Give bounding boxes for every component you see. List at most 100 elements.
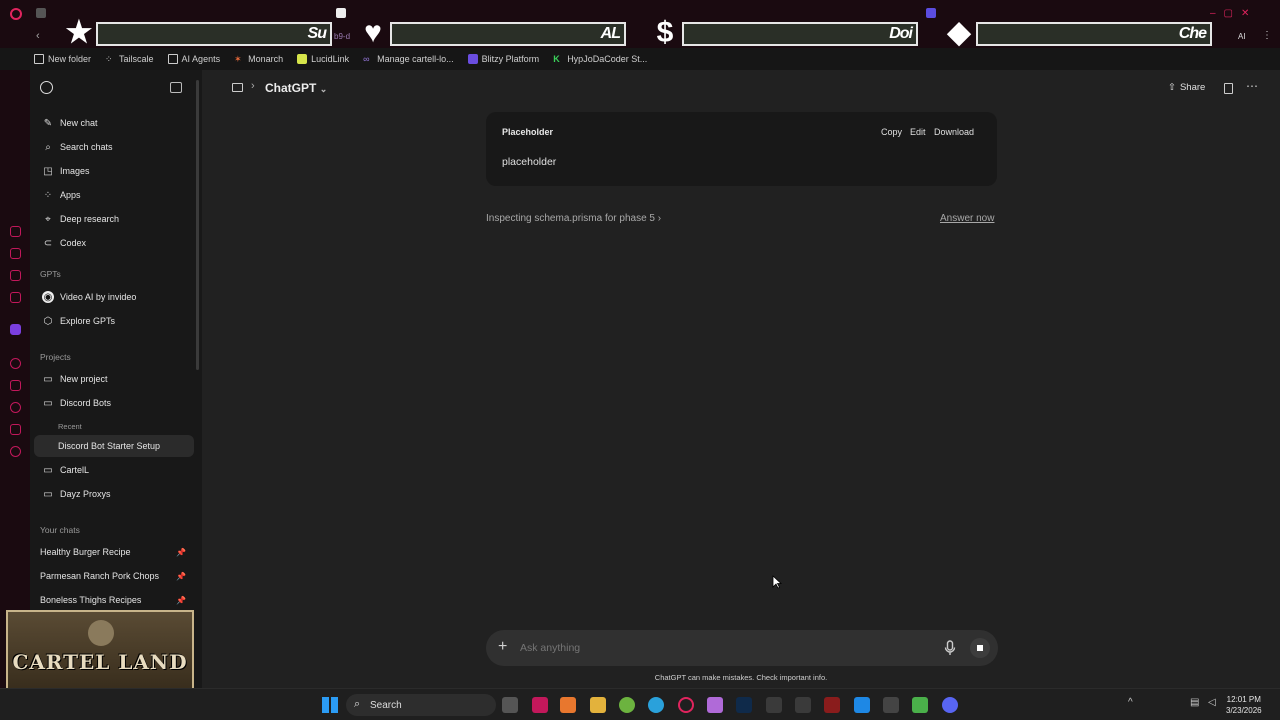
sidebar-explore-gpts[interactable]: ⬡ Explore GPTs — [34, 310, 194, 332]
folder-icon: ▭ — [43, 464, 53, 476]
bookmark-lucidlink[interactable]: LucidLink — [297, 54, 349, 64]
messenger-icon[interactable] — [10, 270, 21, 281]
taskbar-search[interactable]: ⌕ Search — [346, 694, 496, 716]
vscode-icon[interactable] — [854, 697, 870, 713]
edit-icon: ✎ — [43, 117, 53, 129]
app-icon[interactable] — [619, 697, 635, 713]
sidebar-new-project[interactable]: ▭ New project — [34, 368, 194, 390]
sidebar-project-dayz-proxys[interactable]: ▭ Dayz Proxys — [34, 483, 194, 505]
banner-bar: Che — [976, 22, 1212, 46]
mic-icon[interactable] — [944, 640, 956, 656]
windows-start-icon[interactable] — [322, 697, 338, 713]
telescope-icon: ⌖ — [45, 213, 51, 225]
dollar-icon: $ — [656, 16, 674, 49]
tab-favicon[interactable] — [926, 8, 936, 18]
plus-icon[interactable]: + — [498, 638, 507, 656]
bookmark-monarch[interactable]: ✶ Monarch — [234, 54, 283, 64]
bookmark-new-folder[interactable]: New folder — [34, 54, 91, 64]
app-icon[interactable] — [795, 697, 811, 713]
sidebar-scrollbar[interactable] — [196, 80, 199, 370]
disclaimer-text: ChatGPT can make mistakes. Check importa… — [654, 673, 828, 682]
sidebar-images[interactable]: ◳ Images — [34, 160, 194, 182]
menu-icon[interactable]: ⋮ — [1262, 30, 1272, 41]
download-button[interactable]: Download — [934, 127, 974, 137]
sidebar-toggle-icon[interactable] — [170, 82, 182, 93]
extension-icon[interactable] — [10, 248, 21, 259]
chat-item[interactable]: Boneless Thighs Recipes 📌 — [34, 589, 194, 611]
heart-icon[interactable] — [10, 424, 21, 435]
k-icon: K — [553, 54, 560, 64]
stream-banner-diamond: ◆ Che — [942, 14, 1216, 52]
bookmark-manage-cartell[interactable]: ∞ Manage cartell-lo... — [363, 54, 454, 64]
share-button[interactable]: ⇧ Share — [1168, 82, 1205, 93]
tab-favicon[interactable] — [336, 8, 346, 18]
stream-banner-star: ★ Su — [62, 14, 334, 52]
more-icon[interactable]: ⋯ — [1246, 79, 1258, 93]
sidebar-project-discord-bots[interactable]: ▭ Discord Bots — [34, 392, 194, 414]
bookmark-blitzy[interactable]: Blitzy Platform — [467, 54, 539, 64]
file-explorer-icon[interactable] — [590, 697, 606, 713]
chevron-right-icon: › — [657, 213, 662, 224]
folder-icon[interactable] — [232, 83, 243, 92]
sidebar-deep-research[interactable]: ⌖ Deep research — [34, 208, 194, 230]
sidebar-new-chat[interactable]: ✎ New chat — [34, 112, 194, 134]
volume-icon[interactable]: ◁ — [1208, 697, 1216, 708]
app-icon[interactable] — [766, 697, 782, 713]
network-icon[interactable]: ▤ — [1190, 697, 1199, 708]
bookmark-ai-agents[interactable]: AI Agents — [167, 54, 220, 64]
stop-button[interactable] — [970, 638, 990, 658]
tray-chevron-icon[interactable]: ^ — [1128, 697, 1133, 708]
twitch-icon[interactable] — [10, 324, 21, 335]
recent-label: Recent — [58, 422, 82, 431]
mail-icon[interactable] — [10, 292, 21, 303]
back-icon[interactable]: ‹ — [36, 30, 40, 42]
history-icon[interactable] — [10, 226, 21, 237]
app-icon[interactable] — [912, 697, 928, 713]
prompt-input[interactable] — [520, 642, 900, 654]
task-view-icon[interactable] — [502, 697, 518, 713]
telegram-icon[interactable] — [648, 697, 664, 713]
pin-icon[interactable]: 📌 — [176, 548, 186, 557]
app-icon[interactable] — [883, 697, 899, 713]
edit-button[interactable]: Edit — [910, 127, 926, 137]
canvas-icon[interactable] — [1224, 83, 1233, 94]
sidebar-gpt-invideo[interactable]: ◉ Video AI by invideo — [34, 286, 194, 308]
settings-icon[interactable] — [10, 446, 21, 457]
skull-emblem-icon — [88, 620, 114, 646]
chat-item[interactable]: Healthy Burger Recipe 📌 — [34, 541, 194, 563]
sidebar-apps[interactable]: ⁘ Apps — [34, 184, 194, 206]
app-icon[interactable] — [707, 697, 723, 713]
pin-icon[interactable] — [10, 380, 21, 391]
opera-logo-icon[interactable] — [10, 8, 22, 20]
app-icon[interactable] — [532, 697, 548, 713]
opera-icon[interactable] — [678, 697, 694, 713]
bookmark-tailscale[interactable]: ⁘ Tailscale — [105, 54, 154, 64]
discord-icon[interactable] — [942, 697, 958, 713]
sidebar-codex[interactable]: ⊂ Codex — [34, 232, 194, 254]
app-icon[interactable] — [560, 697, 576, 713]
copy-button[interactable]: Copy — [881, 127, 902, 137]
photoshop-icon[interactable] — [736, 697, 752, 713]
sidebar-search-chats[interactable]: ⌕ Search chats — [34, 136, 194, 158]
window-controls[interactable]: –▢✕ — [1210, 8, 1270, 19]
pin-icon[interactable]: 📌 — [176, 596, 186, 605]
sidebar-recent-chat[interactable]: Discord Bot Starter Setup — [34, 435, 194, 457]
codex-icon: ⊂ — [43, 237, 53, 249]
pin-icon[interactable]: 📌 — [176, 572, 186, 581]
address-text[interactable]: b9-d — [334, 32, 350, 41]
ai-button[interactable]: AI — [1238, 32, 1246, 41]
sidebar-project-cartell[interactable]: ▭ CartelL — [34, 459, 194, 481]
bookmark-hypjodacoder[interactable]: K HypJoDaCoder St... — [553, 54, 647, 64]
taskbar-clock[interactable]: 12:01 PM 3/23/2026 — [1226, 694, 1262, 716]
folder-plus-icon: ▭ — [43, 373, 53, 385]
image-icon: ◳ — [43, 165, 53, 177]
player-icon[interactable] — [10, 358, 21, 369]
thinking-status[interactable]: Inspecting schema.prisma for phase 5 › — [486, 213, 661, 224]
clock-icon[interactable] — [10, 402, 21, 413]
chatgpt-logo-icon[interactable] — [40, 81, 53, 94]
model-selector[interactable]: ChatGPT ⌄ — [265, 81, 327, 95]
app-icon[interactable] — [824, 697, 840, 713]
chat-item[interactable]: Parmesan Ranch Pork Chops 📌 — [34, 565, 194, 587]
answer-now-button[interactable]: Answer now — [940, 213, 994, 224]
tab-favicon[interactable] — [36, 8, 46, 18]
